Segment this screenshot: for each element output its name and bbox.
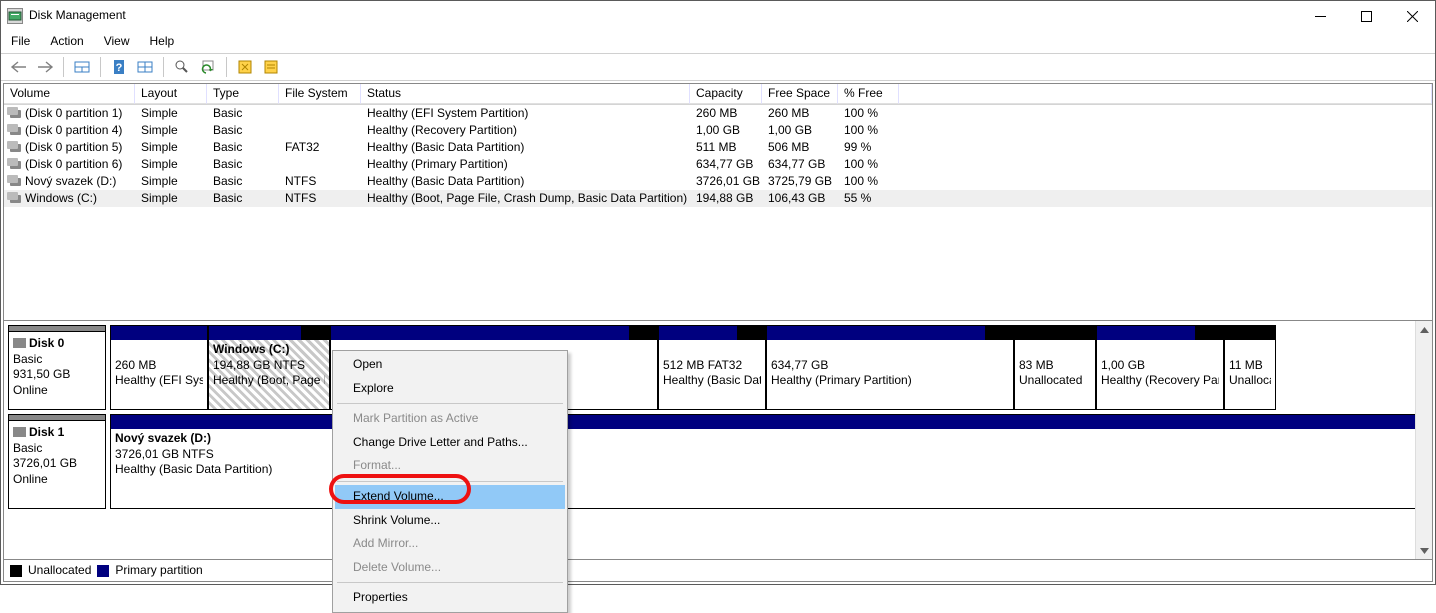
partition-strip: Nový svazek (D:)3726,01 GB NTFSHealthy (… bbox=[110, 414, 1427, 509]
legend-unallocated-label: Unallocated bbox=[28, 563, 91, 579]
back-button[interactable] bbox=[7, 56, 31, 78]
ctx-properties[interactable]: Properties bbox=[335, 586, 565, 610]
menubar: File Action View Help bbox=[1, 31, 1435, 53]
menu-view[interactable]: View bbox=[102, 32, 132, 52]
ctx-mark-partition-active: Mark Partition as Active bbox=[335, 407, 565, 431]
disk-graph-pane: Disk 0 Basic 931,50 GB Online 260 MBHeal… bbox=[4, 320, 1432, 581]
volume-icon bbox=[10, 144, 21, 152]
menu-action[interactable]: Action bbox=[48, 32, 85, 52]
ctx-extend-volume[interactable]: Extend Volume... bbox=[335, 485, 565, 509]
partition-selected[interactable]: Windows (C:)194,88 GB NTFSHealthy (Boot,… bbox=[208, 325, 330, 410]
volume-icon bbox=[10, 161, 21, 169]
table-row[interactable]: (Disk 0 partition 4)SimpleBasicHealthy (… bbox=[4, 122, 1432, 139]
partition[interactable]: 260 MBHealthy (EFI System Partition) bbox=[110, 325, 208, 410]
volume-icon bbox=[10, 127, 21, 135]
ctx-change-drive-letter[interactable]: Change Drive Letter and Paths... bbox=[335, 431, 565, 455]
disk-header[interactable]: Disk 1 Basic 3726,01 GB Online bbox=[8, 414, 106, 509]
svg-text:?: ? bbox=[116, 62, 123, 74]
toolbar-refresh-icon[interactable] bbox=[196, 56, 220, 78]
ctx-add-mirror: Add Mirror... bbox=[335, 532, 565, 556]
window-title: Disk Management bbox=[29, 8, 126, 24]
titlebar: Disk Management bbox=[1, 1, 1435, 31]
table-row[interactable]: (Disk 0 partition 5)SimpleBasicFAT32Heal… bbox=[4, 139, 1432, 156]
volume-list[interactable]: Volume Layout Type File System Status Ca… bbox=[4, 84, 1432, 320]
partition[interactable]: 1,00 GBHealthy (Recovery Partition) bbox=[1096, 325, 1224, 410]
menu-file[interactable]: File bbox=[9, 32, 32, 52]
partition[interactable]: 634,77 GBHealthy (Primary Partition) bbox=[766, 325, 1014, 410]
partition[interactable]: 512 MB FAT32Healthy (Basic Data Partitio… bbox=[658, 325, 766, 410]
legend-primary-swatch bbox=[97, 565, 109, 577]
main-content: Volume Layout Type File System Status Ca… bbox=[3, 83, 1433, 582]
toolbar-properties-icon[interactable] bbox=[259, 56, 283, 78]
toolbar-wizard-icon[interactable] bbox=[233, 56, 257, 78]
partition-strip: 260 MBHealthy (EFI System Partition) Win… bbox=[110, 325, 1427, 410]
col-fs[interactable]: File System bbox=[279, 84, 361, 104]
legend-primary-label: Primary partition bbox=[115, 563, 202, 579]
scroll-down-icon[interactable] bbox=[1417, 542, 1432, 559]
ctx-shrink-volume[interactable]: Shrink Volume... bbox=[335, 509, 565, 533]
volume-icon bbox=[10, 110, 21, 118]
legend-unallocated-swatch bbox=[10, 565, 22, 577]
col-pfree[interactable]: % Free bbox=[838, 84, 899, 104]
ctx-explore[interactable]: Explore bbox=[335, 377, 565, 401]
table-header: Volume Layout Type File System Status Ca… bbox=[4, 84, 1432, 105]
forward-button[interactable] bbox=[33, 56, 57, 78]
col-capacity[interactable]: Capacity bbox=[690, 84, 762, 104]
toolbar-view-icon[interactable] bbox=[133, 56, 157, 78]
toolbar-search-icon[interactable] bbox=[170, 56, 194, 78]
col-type[interactable]: Type bbox=[207, 84, 279, 104]
minimize-button[interactable] bbox=[1297, 1, 1343, 31]
col-status[interactable]: Status bbox=[361, 84, 690, 104]
app-icon bbox=[7, 8, 23, 24]
scroll-up-icon[interactable] bbox=[1417, 321, 1432, 338]
col-volume[interactable]: Volume bbox=[4, 84, 135, 104]
disk-row: Disk 0 Basic 931,50 GB Online 260 MBHeal… bbox=[8, 325, 1427, 410]
volume-icon bbox=[10, 195, 21, 203]
disk-header[interactable]: Disk 0 Basic 931,50 GB Online bbox=[8, 325, 106, 410]
vertical-scrollbar[interactable] bbox=[1415, 321, 1432, 559]
toolbar: ? bbox=[1, 53, 1435, 81]
menu-help[interactable]: Help bbox=[148, 32, 177, 52]
context-menu: Open Explore Mark Partition as Active Ch… bbox=[332, 350, 568, 613]
ctx-open[interactable]: Open bbox=[335, 353, 565, 377]
disk-icon bbox=[13, 338, 26, 348]
partition[interactable]: Nový svazek (D:)3726,01 GB NTFSHealthy (… bbox=[110, 414, 1427, 509]
table-row[interactable]: (Disk 0 partition 1)SimpleBasicHealthy (… bbox=[4, 105, 1432, 122]
disk-icon bbox=[13, 427, 26, 437]
col-layout[interactable]: Layout bbox=[135, 84, 207, 104]
maximize-button[interactable] bbox=[1343, 1, 1389, 31]
volume-icon bbox=[10, 178, 21, 186]
close-button[interactable] bbox=[1389, 1, 1435, 31]
table-row[interactable]: (Disk 0 partition 6)SimpleBasicHealthy (… bbox=[4, 156, 1432, 173]
table-row[interactable]: Nový svazek (D:)SimpleBasicNTFSHealthy (… bbox=[4, 173, 1432, 190]
partition-unallocated[interactable]: 83 MBUnallocated bbox=[1014, 325, 1096, 410]
help-icon[interactable]: ? bbox=[107, 56, 131, 78]
toolbar-partition-icon[interactable] bbox=[70, 56, 94, 78]
disk-row: Disk 1 Basic 3726,01 GB Online Nový svaz… bbox=[8, 414, 1427, 509]
ctx-format: Format... bbox=[335, 454, 565, 478]
col-free[interactable]: Free Space bbox=[762, 84, 838, 104]
ctx-delete-volume: Delete Volume... bbox=[335, 556, 565, 580]
table-row[interactable]: Windows (C:)SimpleBasicNTFSHealthy (Boot… bbox=[4, 190, 1432, 207]
legend: Unallocated Primary partition bbox=[4, 559, 1432, 581]
partition-unallocated[interactable]: 11 MBUnallocated bbox=[1224, 325, 1276, 410]
